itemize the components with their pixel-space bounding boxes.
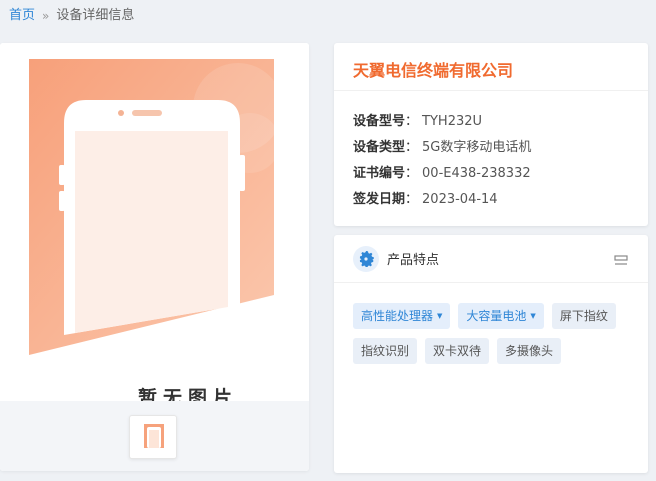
features-title: 产品特点 — [387, 253, 440, 268]
device-info-list: 设备型号 ： TYH232U 设备类型 ： 5G数字移动电话机 证书编号 ： 0… — [334, 91, 648, 213]
collapse-icon[interactable] — [614, 252, 628, 271]
product-features-card: 产品特点 高性能处理器 ▼ 大容量电池 ▼ 屏下指纹 指纹识别 双卡双待 多摄像… — [334, 235, 648, 473]
info-row-certificate: 证书编号 ： 00-E438-238332 — [353, 161, 648, 187]
breadcrumb-current: 设备详细信息 — [56, 8, 135, 23]
caret-down-icon: ▼ — [437, 312, 443, 320]
phone-placeholder-illustration — [29, 59, 283, 355]
info-value: TYH232U — [422, 114, 483, 129]
info-label: 证书编号 — [353, 166, 406, 181]
tag-multi-camera[interactable]: 多摄像头 — [497, 338, 562, 364]
tag-battery[interactable]: 大容量电池 ▼ — [458, 303, 544, 329]
gear-icon — [353, 245, 379, 272]
info-value: 5G数字移动电话机 — [422, 140, 532, 155]
info-row-type: 设备类型 ： 5G数字移动电话机 — [353, 135, 648, 161]
info-label: 设备类型 — [353, 140, 406, 155]
info-value: 2023-04-14 — [422, 192, 498, 207]
breadcrumb-separator: » — [42, 9, 50, 23]
thumbnail-item[interactable] — [129, 415, 177, 459]
main-image[interactable]: 暂无图片 — [0, 43, 309, 409]
device-info-card: 天翼电信终端有限公司 设备型号 ： TYH232U 设备类型 ： 5G数字移动电… — [334, 43, 648, 226]
info-label: 签发日期 — [353, 192, 406, 207]
company-name: 天翼电信终端有限公司 — [353, 61, 514, 80]
info-row-model: 设备型号 ： TYH232U — [353, 109, 648, 135]
info-value: 00-E438-238332 — [422, 166, 531, 181]
caret-down-icon: ▼ — [530, 312, 536, 320]
breadcrumb-home-link[interactable]: 首页 — [9, 8, 35, 24]
info-row-issue-date: 签发日期 ： 2023-04-14 — [353, 187, 648, 213]
tag-fingerprint-recognition[interactable]: 指纹识别 — [353, 338, 418, 364]
breadcrumb: 首页 » 设备详细信息 — [9, 8, 134, 24]
features-header: 产品特点 — [334, 235, 648, 283]
tag-dual-sim[interactable]: 双卡双待 — [425, 338, 490, 364]
tag-under-screen-fingerprint[interactable]: 屏下指纹 — [551, 303, 616, 329]
company-header: 天翼电信终端有限公司 — [334, 43, 648, 91]
feature-tag-list: 高性能处理器 ▼ 大容量电池 ▼ 屏下指纹 指纹识别 双卡双待 多摄像头 — [334, 283, 648, 364]
info-label: 设备型号 — [353, 114, 406, 129]
thumbnail-strip — [0, 401, 309, 471]
image-gallery-card: 暂无图片 — [0, 43, 309, 471]
phone-thumbnail-icon — [144, 424, 164, 448]
tag-processor[interactable]: 高性能处理器 ▼ — [353, 303, 451, 329]
